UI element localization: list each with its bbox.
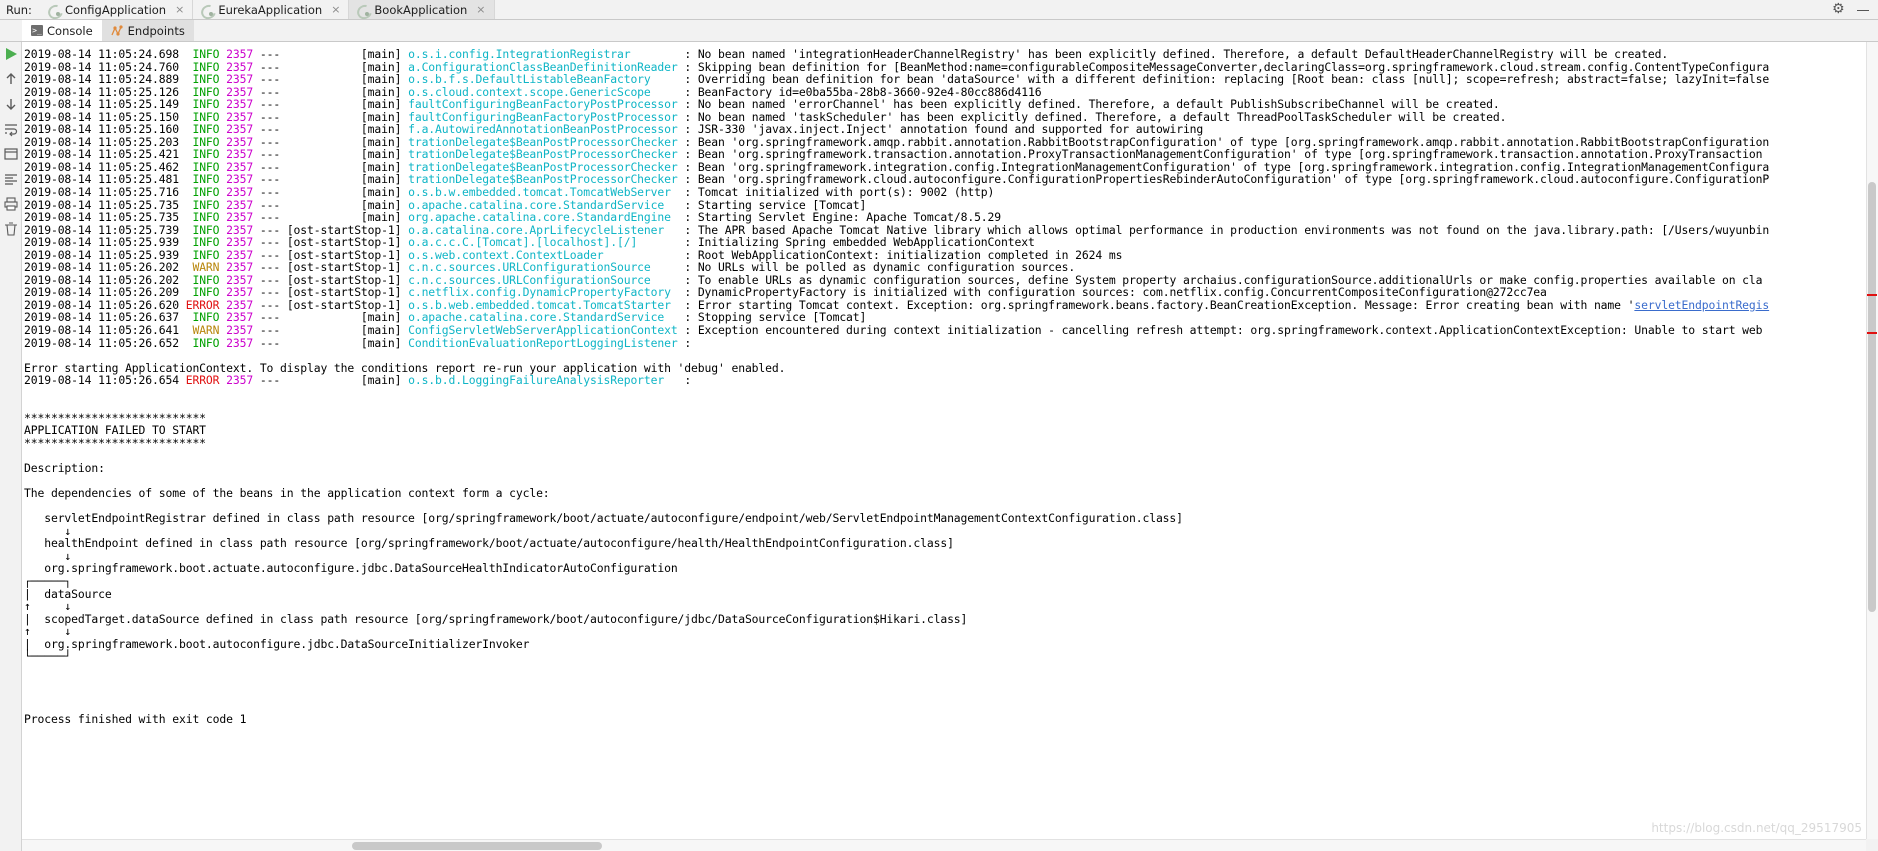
align-icon[interactable]	[3, 171, 19, 187]
app-tab-config-application[interactable]: ConfigApplication ×	[39, 0, 194, 19]
error-marker[interactable]	[1867, 332, 1877, 334]
window-controls	[1832, 0, 1878, 19]
console-line: ***************************	[24, 410, 206, 425]
horizontal-scrollbar[interactable]	[22, 839, 1866, 851]
scroll-up-icon[interactable]	[3, 71, 19, 87]
close-icon[interactable]: ×	[175, 3, 184, 16]
console-line: healthEndpoint defined in class path res…	[24, 536, 954, 551]
console-line: Description:	[24, 461, 105, 476]
spring-boot-icon	[201, 4, 214, 16]
vertical-scrollbar-thumb[interactable]	[1868, 182, 1876, 612]
minimize-icon[interactable]	[1856, 3, 1870, 17]
print-icon[interactable]	[3, 196, 19, 212]
endpoints-icon	[111, 24, 124, 37]
app-tab-label: EurekaApplication	[218, 2, 323, 17]
scrollbar-corner	[1866, 839, 1878, 851]
rerun-icon[interactable]	[3, 46, 19, 62]
close-icon[interactable]: ×	[476, 3, 485, 16]
vertical-scrollbar[interactable]	[1866, 42, 1878, 839]
console-line: 2019-08-14 11:05:26.652 INFO 2357 --- [m…	[24, 335, 698, 350]
console-line: APPLICATION FAILED TO START	[24, 423, 206, 438]
console-line: 2019-08-14 11:05:26.654 ERROR 2357 --- […	[24, 373, 698, 388]
console-line: Process finished with exit code 1	[24, 711, 247, 726]
tab-endpoints[interactable]: Endpoints	[101, 20, 194, 41]
console-line: ↑ ↓	[24, 624, 72, 639]
console-side-toolbar	[0, 42, 22, 851]
console-line: servletEndpointRegistrar defined in clas…	[24, 511, 1183, 526]
tab-console[interactable]: >_ Console	[22, 20, 102, 41]
close-icon[interactable]: ×	[331, 3, 340, 16]
console-line: | org.springframework.boot.autoconfigure…	[24, 636, 530, 651]
console-line: | dataSource	[24, 586, 112, 601]
console-icon: >_	[31, 25, 43, 36]
wrap-text-icon[interactable]	[3, 121, 19, 137]
app-tab-book-application[interactable]: BookApplication ×	[349, 0, 495, 19]
console-line: ┌─────┐	[24, 573, 72, 588]
console-line: | scopedTarget.dataSource defined in cla…	[24, 611, 968, 626]
console-line: └─────┘	[24, 649, 72, 664]
spring-boot-icon	[48, 4, 60, 16]
app-tab-label: ConfigApplication	[64, 2, 167, 17]
console-text: 2019-08-14 11:05:24.698 INFO 2357 --- [m…	[22, 42, 1866, 726]
console-line: The dependencies of some of the beans in…	[24, 486, 550, 501]
scroll-down-icon[interactable]	[3, 96, 19, 112]
tab-endpoints-label: Endpoints	[127, 23, 185, 38]
horizontal-scrollbar-thumb[interactable]	[352, 842, 602, 850]
app-tab-eureka-application[interactable]: EurekaApplication ×	[193, 0, 350, 19]
app-tab-label: BookApplication	[374, 2, 468, 17]
gear-icon[interactable]	[1832, 1, 1846, 17]
spring-boot-icon	[357, 4, 370, 16]
error-marker[interactable]	[1867, 294, 1877, 296]
tool-tab-strip: >_ Console Endpoints	[0, 20, 1878, 42]
console-line: ***************************	[24, 435, 206, 450]
console-output-panel[interactable]: 2019-08-14 11:05:24.698 INFO 2357 --- [m…	[22, 42, 1866, 839]
console-line: org.springframework.boot.actuate.autocon…	[24, 561, 678, 576]
console-line: ↑ ↓	[24, 599, 72, 614]
run-toolwindow-header: Run: ConfigApplication × EurekaApplicati…	[0, 0, 1878, 20]
run-label: Run:	[6, 2, 32, 17]
clear-all-icon[interactable]	[3, 221, 19, 237]
tab-console-label: Console	[47, 23, 93, 38]
soft-wrap-icon[interactable]	[3, 146, 19, 162]
